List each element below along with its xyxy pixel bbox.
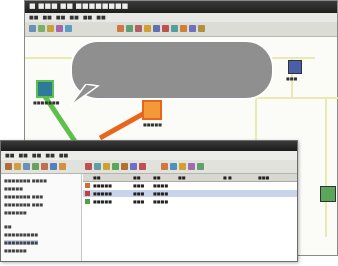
status-icon bbox=[85, 183, 90, 188]
toolbar-icon[interactable] bbox=[94, 163, 101, 170]
status-icon bbox=[85, 191, 90, 196]
column-header[interactable]: ■■ bbox=[178, 175, 186, 180]
table-row-selected[interactable]: ■■■■■ ■■■ ■■■■ bbox=[83, 190, 297, 197]
alert-node-icon[interactable] bbox=[142, 100, 162, 120]
table-header: ■■ ■■ ■■ ■■ ■ ■ ■■■ bbox=[83, 174, 297, 182]
tree-item[interactable]: ■■■■■■■ ■■■■ bbox=[4, 178, 47, 183]
event-table: ■■ ■■ ■■ ■■ ■ ■ ■■■ ■■■■■ ■■■ ■■■■ ■■■■■… bbox=[83, 174, 297, 261]
node-label: ■■■■■■■ bbox=[33, 100, 60, 105]
table-cell: ■■■ bbox=[133, 199, 145, 204]
tree-item[interactable]: ■■■■■■■ ■■■ bbox=[4, 202, 43, 207]
table-row[interactable]: ■■■■■ ■■■ ■■■■ bbox=[83, 182, 297, 189]
column-header[interactable]: ■ ■ bbox=[223, 175, 232, 180]
navigation-tree[interactable]: ■■■■■■■ ■■■■ ■■■■■ ■■■■■■■ ■■■ ■■■■■■■ ■… bbox=[1, 174, 82, 261]
server-node-icon[interactable] bbox=[36, 80, 54, 98]
switch-node-icon[interactable] bbox=[320, 186, 336, 202]
menu-item[interactable]: ■■ bbox=[18, 153, 27, 159]
callout-bubble bbox=[70, 40, 274, 100]
table-cell: ■■■ bbox=[133, 191, 145, 196]
tree-item[interactable]: ■■■■■■ bbox=[4, 248, 27, 253]
menu-item[interactable]: ■■ bbox=[59, 153, 68, 159]
monitor-node-icon[interactable] bbox=[288, 60, 302, 74]
tree-item[interactable]: ■■■■■ bbox=[4, 186, 23, 191]
menu-item[interactable]: ■■ bbox=[32, 153, 41, 159]
toolbar-icon[interactable] bbox=[23, 163, 30, 170]
node-label: ■■■ bbox=[286, 76, 298, 81]
menu-bar: ■■ ■■ ■■ ■■ ■■ bbox=[1, 151, 297, 160]
tree-item-selected[interactable]: ■■■■■■■■■ bbox=[4, 240, 39, 245]
column-header[interactable]: ■■■ bbox=[258, 175, 269, 180]
event-list-window: ■■ ■■ ■■ ■■ ■■ ■■■■■■■ ■■■■ ■■■■■ ■■■■■■… bbox=[0, 140, 298, 262]
toolbar-icon[interactable] bbox=[170, 163, 177, 170]
menu-item[interactable]: ■■ bbox=[5, 153, 14, 159]
toolbar-icon[interactable] bbox=[188, 163, 195, 170]
table-row[interactable]: ■■■■■ ■■■ ■■■■ bbox=[83, 198, 297, 205]
toolbar-icon[interactable] bbox=[85, 163, 92, 170]
table-cell: ■■■■ bbox=[153, 191, 169, 196]
table-cell: ■■■■ bbox=[153, 183, 169, 188]
table-cell: ■■■■■ bbox=[93, 183, 112, 188]
toolbar bbox=[1, 160, 297, 174]
toolbar-icon[interactable] bbox=[197, 163, 204, 170]
table-cell: ■■■ bbox=[133, 183, 145, 188]
toolbar-icon[interactable] bbox=[41, 163, 48, 170]
toolbar-icon[interactable] bbox=[139, 163, 146, 170]
toolbar-icon[interactable] bbox=[179, 163, 186, 170]
status-icon bbox=[85, 199, 90, 204]
tree-item[interactable]: ■■■■■■ bbox=[4, 210, 27, 215]
toolbar-icon[interactable] bbox=[130, 163, 137, 170]
column-header[interactable]: ■■ bbox=[153, 175, 161, 180]
node-label: ■■■■■ bbox=[143, 122, 162, 127]
tree-item[interactable]: ■■■■■■■■■ bbox=[4, 232, 38, 237]
table-cell: ■■■■■ bbox=[93, 199, 112, 204]
tree-item[interactable]: ■■ bbox=[4, 224, 12, 229]
column-header[interactable]: ■■ bbox=[93, 175, 101, 180]
table-cell: ■■■■■ bbox=[93, 191, 112, 196]
toolbar-icon[interactable] bbox=[5, 163, 12, 170]
tree-item[interactable]: ■■■■■■■ ■■■ bbox=[4, 194, 43, 199]
title-bar bbox=[1, 141, 297, 151]
column-header[interactable]: ■■ bbox=[133, 175, 141, 180]
toolbar-icon[interactable] bbox=[161, 163, 168, 170]
toolbar-icon[interactable] bbox=[32, 163, 39, 170]
toolbar-icon[interactable] bbox=[103, 163, 110, 170]
toolbar-icon[interactable] bbox=[121, 163, 128, 170]
table-cell: ■■■■ bbox=[153, 199, 169, 204]
toolbar-icon[interactable] bbox=[50, 163, 57, 170]
toolbar-icon[interactable] bbox=[112, 163, 119, 170]
toolbar-icon[interactable] bbox=[59, 163, 66, 170]
toolbar-icon[interactable] bbox=[14, 163, 21, 170]
menu-item[interactable]: ■■ bbox=[45, 153, 54, 159]
callout-tail bbox=[69, 84, 100, 107]
